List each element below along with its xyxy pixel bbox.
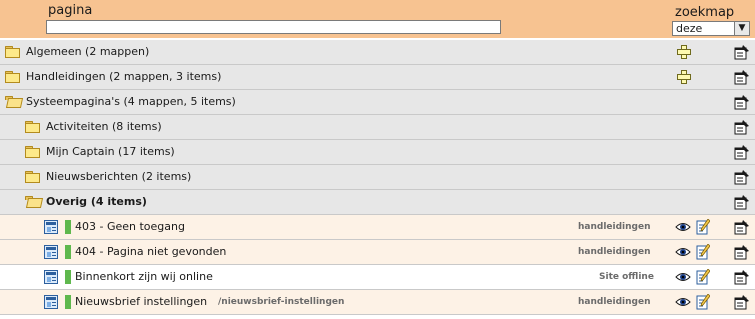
page-row-binnenkort[interactable]: Binnenkort zijn wij online Site offline [0,265,755,290]
page-title[interactable]: 403 - Geen toegang [75,220,185,233]
folder-icon [5,71,20,83]
folder-row-overig[interactable]: Overig (4 items) [0,190,755,215]
view-icon[interactable] [675,222,691,232]
add-icon[interactable] [676,44,692,60]
folder-row-systeempaginas[interactable]: Systeempagina's (4 mappen, 5 items) [0,90,755,115]
page-path: /nieuwsbrief-instellingen [218,297,345,307]
status-indicator [65,295,71,309]
properties-icon[interactable] [734,44,750,60]
properties-icon[interactable] [734,219,750,235]
zoekmap-select[interactable]: deze ▼ [672,21,750,36]
add-icon[interactable] [676,69,692,85]
folder-row-mijn-captain[interactable]: Mijn Captain (17 items) [0,140,755,165]
chevron-down-icon[interactable]: ▼ [734,22,749,35]
folder-icon [25,146,40,158]
folder-row-activiteiten[interactable]: Activiteiten (8 items) [0,115,755,140]
search-header: pagina zoekmap deze ▼ [0,0,755,38]
status-indicator [65,220,71,234]
properties-icon[interactable] [734,294,750,310]
folder-row-algemeen[interactable]: Algemeen (2 mappen) [0,40,755,65]
view-icon[interactable] [675,297,691,307]
folder-icon [5,46,20,58]
page-icon [44,245,58,259]
properties-icon[interactable] [734,269,750,285]
folder-open-icon [25,196,44,208]
zoekmap-selected-value: deze [676,22,703,35]
page-tag: Site offline [599,272,654,282]
properties-icon[interactable] [734,119,750,135]
status-indicator [65,245,71,259]
page-title[interactable]: 404 - Pagina niet gevonden [75,245,226,258]
view-icon[interactable] [675,272,691,282]
page-tag: handleidingen [578,297,651,307]
page-row-404[interactable]: 404 - Pagina niet gevonden handleidingen [0,240,755,265]
folder-row-handleidingen[interactable]: Handleidingen (2 mappen, 3 items) [0,65,755,90]
properties-icon[interactable] [734,144,750,160]
properties-icon[interactable] [734,194,750,210]
page-icon [44,270,58,284]
folder-label[interactable]: Mijn Captain (17 items) [46,145,175,158]
status-indicator [65,270,71,284]
edit-icon[interactable] [696,219,710,235]
pagina-label: pagina [48,3,93,18]
folder-label[interactable]: Nieuwsberichten (2 items) [46,170,191,183]
properties-icon[interactable] [734,94,750,110]
properties-icon[interactable] [734,244,750,260]
folder-label[interactable]: Handleidingen (2 mappen, 3 items) [26,70,221,83]
pagina-search-input[interactable] [46,20,501,34]
page-row-403[interactable]: 403 - Geen toegang handleidingen [0,215,755,240]
folder-icon [25,171,40,183]
folder-icon [25,121,40,133]
edit-icon[interactable] [696,269,710,285]
page-tag: handleidingen [578,222,651,232]
folder-open-icon [5,96,24,108]
folder-label[interactable]: Systeempagina's (4 mappen, 5 items) [26,95,236,108]
view-icon[interactable] [675,247,691,257]
properties-icon[interactable] [734,69,750,85]
folder-row-nieuwsberichten[interactable]: Nieuwsberichten (2 items) [0,165,755,190]
edit-icon[interactable] [696,294,710,310]
folder-label[interactable]: Overig (4 items) [46,195,147,208]
properties-icon[interactable] [734,169,750,185]
edit-icon[interactable] [696,244,710,260]
page-title[interactable]: Binnenkort zijn wij online [75,270,213,283]
folder-label[interactable]: Activiteiten (8 items) [46,120,162,133]
page-icon [44,220,58,234]
page-icon [44,295,58,309]
zoekmap-label: zoekmap [675,5,735,20]
page-row-nieuwsbrief-instellingen[interactable]: Nieuwsbrief instellingen /nieuwsbrief-in… [0,290,755,315]
folder-label[interactable]: Algemeen (2 mappen) [26,45,149,58]
page-title[interactable]: Nieuwsbrief instellingen [75,295,207,308]
page-tag: handleidingen [578,247,651,257]
